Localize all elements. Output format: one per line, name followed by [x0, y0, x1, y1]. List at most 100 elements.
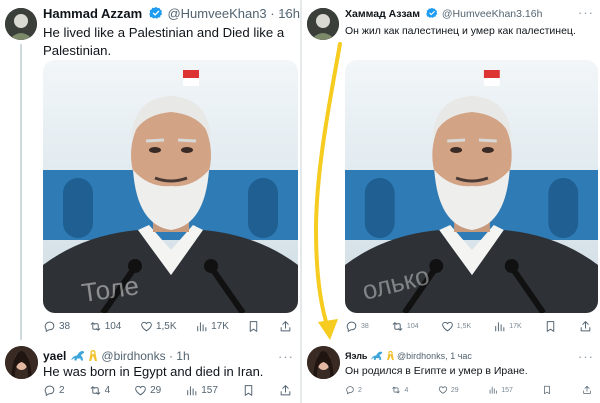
repost-icon	[90, 385, 100, 395]
share-icon	[583, 385, 591, 394]
reply-author-name[interactable]: yael	[43, 349, 66, 363]
translated-reply-repost-button[interactable]: 4	[391, 385, 408, 395]
translated-like-count: 1,5K	[456, 322, 472, 330]
like-icon	[135, 385, 146, 395]
translated-views-button[interactable]: 17K	[493, 320, 522, 333]
tweet-media[interactable]: Толе	[43, 60, 298, 313]
reply-button[interactable]: 38	[43, 320, 70, 333]
reply-share-button[interactable]	[279, 384, 292, 397]
like-icon	[438, 386, 447, 394]
avatar-image	[307, 8, 339, 40]
portrait-photo: олько	[345, 60, 598, 313]
bookmark-button[interactable]	[247, 320, 260, 333]
bookmark-icon	[544, 385, 551, 395]
reply-icon	[44, 385, 55, 396]
like-icon	[441, 321, 453, 331]
translated-reply-author-handle[interactable]: @birdhonks	[397, 351, 445, 361]
share-icon	[280, 384, 291, 395]
share-icon	[280, 320, 291, 331]
translated-reply-like-count: 29	[450, 386, 459, 394]
translated-author-name[interactable]: Хаммад Аззам	[345, 8, 420, 20]
bookmark-icon	[244, 384, 253, 396]
translated-more-icon[interactable]: ···	[578, 5, 594, 20]
tweet-text: He lived like a Palestinian and Died lik…	[43, 25, 285, 58]
translated-reply-author-name[interactable]: Яэль	[345, 351, 367, 361]
reply-author-handle[interactable]: @birdhonks	[101, 349, 165, 363]
translated-views-count: 17K	[509, 322, 522, 330]
translated-reply-time[interactable]: 1 час	[450, 351, 472, 361]
translated-share-button[interactable]	[579, 320, 592, 333]
dinosaur-emoji-icon	[70, 351, 84, 361]
bookmark-icon	[546, 320, 555, 332]
reply-bookmark-button[interactable]	[242, 384, 255, 397]
translated-reply-author-avatar[interactable]	[307, 346, 340, 379]
translated-like-button[interactable]: 1,5K	[441, 320, 471, 333]
like-icon	[141, 321, 152, 331]
translated-reply-reply-count: 2	[358, 386, 362, 394]
translated-tweet-actions: 38 104 1,5K 17K	[345, 319, 592, 333]
reply-icon	[346, 386, 354, 395]
translated-author-handle[interactable]: @HumveeKhan3.16h	[442, 8, 543, 20]
reply-reply-button[interactable]: 2	[43, 384, 65, 397]
tweet-header: Hammad Azzam @HumveeKhan3 · 16h	[43, 6, 300, 22]
translated-bookmark-button[interactable]	[544, 320, 557, 333]
translated-reply-share-button[interactable]	[582, 385, 592, 395]
reply-repost-button[interactable]: 4	[89, 384, 111, 397]
translated-reply-count: 38	[361, 322, 369, 330]
reply-text: He was born in Egypt and died in Iran.	[43, 364, 264, 379]
translated-tweet-media[interactable]: олько	[345, 60, 598, 313]
reply-icon	[44, 321, 55, 332]
author-handle[interactable]: @HumveeKhan3	[167, 6, 266, 21]
avatar-image	[5, 8, 37, 40]
translated-reply-views-count: 157	[501, 386, 513, 394]
reply-reply-count: 2	[59, 384, 65, 396]
translated-reply-like-button[interactable]: 29	[438, 385, 459, 395]
author-avatar[interactable]	[5, 8, 37, 40]
reply-header: yael @birdhonks · 1h	[43, 348, 290, 364]
yellow-ribbon-emoji-icon	[386, 350, 394, 361]
repost-count: 104	[104, 320, 122, 332]
translated-reply-repost-count: 4	[404, 386, 409, 394]
translated-tweet-panel: Хаммад Аззам @HumveeKhan3.16h ··· Он жил…	[302, 0, 600, 403]
translated-author-avatar[interactable]	[307, 8, 339, 40]
translated-reply-reply-button[interactable]: 2	[345, 385, 362, 395]
translated-reply-text: Он родился в Египте и умер в Иране.	[345, 365, 528, 377]
translated-reply-button[interactable]: 38	[345, 320, 369, 333]
reply-time[interactable]: 1h	[176, 349, 189, 363]
translated-reply-more-icon[interactable]: ···	[578, 349, 594, 364]
views-button[interactable]: 17K	[195, 320, 229, 333]
like-count: 1,5K	[155, 320, 177, 332]
like-button[interactable]: 1,5K	[140, 320, 177, 333]
translated-tweet-header: Хаммад Аззам @HumveeKhan3.16h	[345, 6, 580, 22]
header-separator: ·	[266, 6, 279, 21]
yellow-ribbon-emoji-icon	[89, 350, 98, 361]
reply-more-icon[interactable]: ···	[278, 349, 294, 364]
portrait-photo: Толе	[43, 60, 298, 313]
repost-icon	[392, 321, 403, 331]
views-count: 17K	[211, 320, 229, 332]
original-tweet-panel: Hammad Azzam @HumveeKhan3 · 16h ··· He l…	[0, 0, 300, 403]
more-icon[interactable]: ···	[278, 5, 294, 20]
repost-button[interactable]: 104	[89, 320, 122, 333]
reply-views-count: 157	[201, 384, 218, 396]
share-icon	[580, 320, 591, 331]
views-icon	[489, 386, 497, 394]
reply-repost-count: 4	[104, 384, 111, 396]
bookmark-icon	[250, 320, 258, 332]
translated-reply-bookmark-button[interactable]	[542, 385, 552, 395]
reply-count: 38	[59, 320, 71, 332]
share-button[interactable]	[279, 320, 292, 333]
author-name[interactable]: Hammad Azzam	[43, 6, 142, 21]
reply-views-button[interactable]: 157	[185, 384, 218, 397]
translated-repost-count: 104	[406, 322, 419, 330]
repost-icon	[90, 321, 101, 331]
reply-author-avatar[interactable]	[5, 346, 38, 379]
reply-avatar-image	[307, 346, 340, 379]
reply-like-button[interactable]: 29	[134, 384, 161, 397]
translated-repost-button[interactable]: 104	[391, 320, 419, 333]
translated-reply-views-button[interactable]: 157	[488, 385, 513, 395]
translated-tweet-text: Он жил как палестинец и умер как палести…	[345, 25, 576, 37]
reply-like-count: 29	[150, 384, 162, 396]
repost-icon	[392, 386, 401, 394]
views-icon	[495, 321, 505, 331]
